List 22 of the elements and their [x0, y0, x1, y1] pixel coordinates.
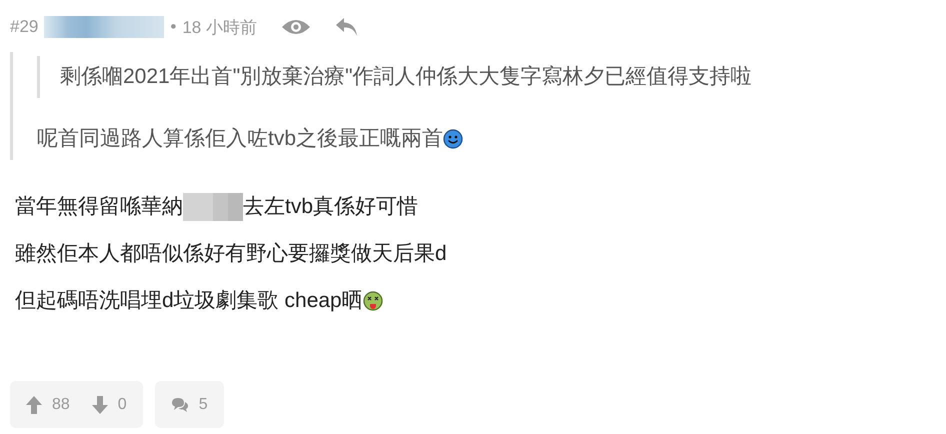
- smiley-icon: [443, 129, 464, 149]
- post-text: 當年無得留喺華納: [15, 194, 183, 220]
- reply-count: 5: [198, 396, 208, 414]
- post-text: 剩係嗰2021年出首"別放棄治療"作詞人仲係大大隻字寫林夕已經值得支持啦: [60, 64, 752, 90]
- post-text: 雖然佢本人都唔似係好有野心要攞獎做天后果d: [15, 241, 447, 267]
- down-arrow-icon: [92, 396, 108, 414]
- up-arrow-icon: [26, 396, 42, 414]
- separator-dot: •: [170, 17, 176, 37]
- floor-number: #29: [10, 17, 38, 37]
- replies-button[interactable]: 5: [154, 381, 224, 428]
- comment-icon: [170, 396, 189, 412]
- eye-icon[interactable]: [280, 17, 311, 37]
- downvote-count: 0: [118, 396, 127, 414]
- reply-icon[interactable]: [334, 17, 359, 37]
- sick-face-icon: [362, 291, 383, 311]
- vote-button[interactable]: 88 0: [10, 381, 143, 428]
- post-text: 呢首同過路人算係佢入咗tvb之後最正嘅兩首: [37, 126, 444, 152]
- post-text: 但起碼唔洗唱埋d垃圾劇集歌 cheap晒: [15, 288, 363, 314]
- post-time: 18 小時前: [182, 16, 257, 38]
- upvote-count: 88: [52, 396, 70, 414]
- redacted-block: [183, 193, 243, 221]
- post-text: 去左tvb真係好可惜: [243, 194, 418, 220]
